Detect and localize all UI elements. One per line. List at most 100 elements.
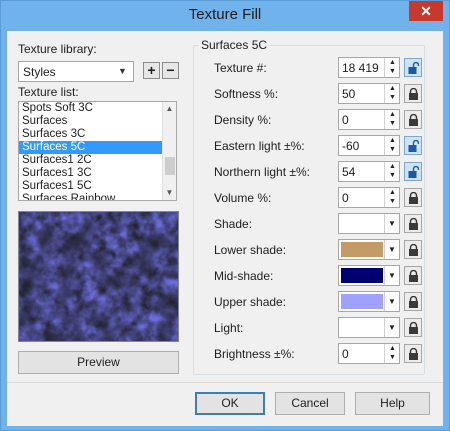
brightness-value[interactable]: 0 <box>342 347 349 361</box>
spin-up-icon[interactable]: ▲ <box>385 344 400 353</box>
light-label: Light: <box>214 321 244 335</box>
texture-value[interactable]: 18 419 <box>342 61 379 75</box>
spin-up-icon[interactable]: ▲ <box>385 110 400 119</box>
scroll-down-icon[interactable]: ▼ <box>163 186 176 200</box>
ok-button[interactable]: OK <box>195 392 265 415</box>
density-spinner[interactable]: 0 ▲ ▼ <box>338 109 400 130</box>
list-item[interactable]: Surfaces 3C <box>19 128 176 141</box>
texture-preview <box>18 211 179 342</box>
volume-value[interactable]: 0 <box>342 191 349 205</box>
texture-list-label: Texture list: <box>18 85 79 99</box>
spin-down-icon[interactable]: ▼ <box>385 93 400 102</box>
list-item[interactable]: Surfaces1 2C <box>19 154 176 167</box>
spin-buttons[interactable]: ▲ ▼ <box>384 58 399 77</box>
help-button[interactable]: Help <box>355 392 430 415</box>
separator <box>7 382 443 383</box>
texture-list-scrollbar[interactable]: ▲ ▼ <box>162 102 176 200</box>
list-item[interactable]: Spots Soft 3C <box>19 102 176 115</box>
color-swatch <box>341 268 383 283</box>
spin-up-icon[interactable]: ▲ <box>385 136 400 145</box>
scroll-thumb[interactable] <box>165 157 175 175</box>
spin-down-icon[interactable]: ▼ <box>385 171 400 180</box>
texture-library-select[interactable]: Styles ▼ <box>18 61 134 82</box>
lock-closed-icon[interactable] <box>404 188 422 207</box>
brightness-spinner[interactable]: 0 ▲ ▼ <box>338 343 400 364</box>
spin-down-icon[interactable]: ▼ <box>385 145 400 154</box>
lock-open-icon[interactable] <box>404 136 422 155</box>
spin-up-icon[interactable]: ▲ <box>385 84 400 93</box>
northern-spinner[interactable]: 54 ▲ ▼ <box>338 161 400 182</box>
list-item[interactable]: Surfaces Rainbow <box>19 193 176 200</box>
density-value[interactable]: 0 <box>342 113 349 127</box>
chevron-down-icon: ▼ <box>118 66 127 76</box>
lock-open-icon[interactable] <box>404 162 422 181</box>
softness-value[interactable]: 50 <box>342 87 355 101</box>
volume-spinner[interactable]: 0 ▲ ▼ <box>338 187 400 208</box>
chevron-down-icon[interactable]: ▼ <box>384 214 399 233</box>
dialog-client: Texture library: Styles ▼ + − Texture li… <box>7 31 443 426</box>
lock-closed-icon[interactable] <box>404 266 422 285</box>
add-library-button[interactable]: + <box>143 62 160 79</box>
spin-down-icon[interactable]: ▼ <box>385 67 400 76</box>
lock-closed-icon[interactable] <box>404 344 422 363</box>
group-title: Surfaces 5C <box>199 38 270 52</box>
texture-preview-image <box>19 212 178 341</box>
preview-button[interactable]: Preview <box>18 351 179 374</box>
northern-value[interactable]: 54 <box>342 165 355 179</box>
list-item[interactable]: Surfaces1 3C <box>19 167 176 180</box>
color-swatch <box>341 320 383 335</box>
lock-closed-icon[interactable] <box>404 84 422 103</box>
lock-closed-icon[interactable] <box>404 240 422 259</box>
spin-down-icon[interactable]: ▼ <box>385 119 400 128</box>
list-item[interactable]: Surfaces1 5C <box>19 180 176 193</box>
spin-buttons[interactable]: ▲ ▼ <box>384 344 399 363</box>
northern-label: Northern light ±%: <box>214 165 310 179</box>
chevron-down-icon[interactable]: ▼ <box>384 318 399 337</box>
softness-label: Softness %: <box>214 87 279 101</box>
softness-spinner[interactable]: 50 ▲ ▼ <box>338 83 400 104</box>
texture-spinner[interactable]: 18 419 ▲ ▼ <box>338 57 400 78</box>
eastern-value[interactable]: -60 <box>342 139 359 153</box>
lock-open-icon[interactable] <box>404 58 422 77</box>
color-swatch <box>341 294 383 309</box>
chevron-down-icon[interactable]: ▼ <box>384 292 399 311</box>
spin-buttons[interactable]: ▲ ▼ <box>384 136 399 155</box>
close-button[interactable]: ✕ <box>409 1 443 21</box>
spin-up-icon[interactable]: ▲ <box>385 58 400 67</box>
spin-down-icon[interactable]: ▼ <box>385 197 400 206</box>
spin-buttons[interactable]: ▲ ▼ <box>384 84 399 103</box>
lower-shade-color-picker[interactable]: ▼ <box>338 239 400 260</box>
remove-library-button[interactable]: − <box>162 62 179 79</box>
eastern-spinner[interactable]: -60 ▲ ▼ <box>338 135 400 156</box>
texture-label: Texture #: <box>214 61 267 75</box>
shade-label: Shade: <box>214 217 253 231</box>
window-title: Texture Fill <box>188 6 262 23</box>
chevron-down-icon[interactable]: ▼ <box>384 240 399 259</box>
lock-closed-icon[interactable] <box>404 292 422 311</box>
spin-buttons[interactable]: ▲ ▼ <box>384 110 399 129</box>
light-color-picker[interactable]: ▼ <box>338 317 400 338</box>
cancel-button[interactable]: Cancel <box>275 392 345 415</box>
spin-up-icon[interactable]: ▲ <box>385 162 400 171</box>
lock-closed-icon[interactable] <box>404 318 422 337</box>
eastern-label: Eastern light ±%: <box>214 139 305 153</box>
upper-shade-label: Upper shade: <box>214 295 287 309</box>
spin-buttons[interactable]: ▲ ▼ <box>384 188 399 207</box>
chevron-down-icon[interactable]: ▼ <box>384 266 399 285</box>
spin-buttons[interactable]: ▲ ▼ <box>384 162 399 181</box>
brightness-label: Brightness ±%: <box>214 347 295 361</box>
scroll-up-icon[interactable]: ▲ <box>163 102 176 116</box>
texture-list[interactable]: Spots Soft 3C Surfaces Surfaces 3C Surfaces… <box>18 101 177 201</box>
spin-up-icon[interactable]: ▲ <box>385 188 400 197</box>
list-item[interactable]: Surfaces 5C <box>19 141 176 154</box>
title-bar[interactable]: Texture Fill ✕ <box>1 1 449 31</box>
shade-color-picker[interactable]: ▼ <box>338 213 400 234</box>
lock-closed-icon[interactable] <box>404 214 422 233</box>
spin-down-icon[interactable]: ▼ <box>385 353 400 362</box>
mid-shade-color-picker[interactable]: ▼ <box>338 265 400 286</box>
lock-closed-icon[interactable] <box>404 110 422 129</box>
texture-fill-dialog: Texture Fill ✕ Texture library: Styles ▼… <box>0 0 450 431</box>
upper-shade-color-picker[interactable]: ▼ <box>338 291 400 312</box>
mid-shade-label: Mid-shade: <box>214 269 274 283</box>
list-item[interactable]: Surfaces <box>19 115 176 128</box>
